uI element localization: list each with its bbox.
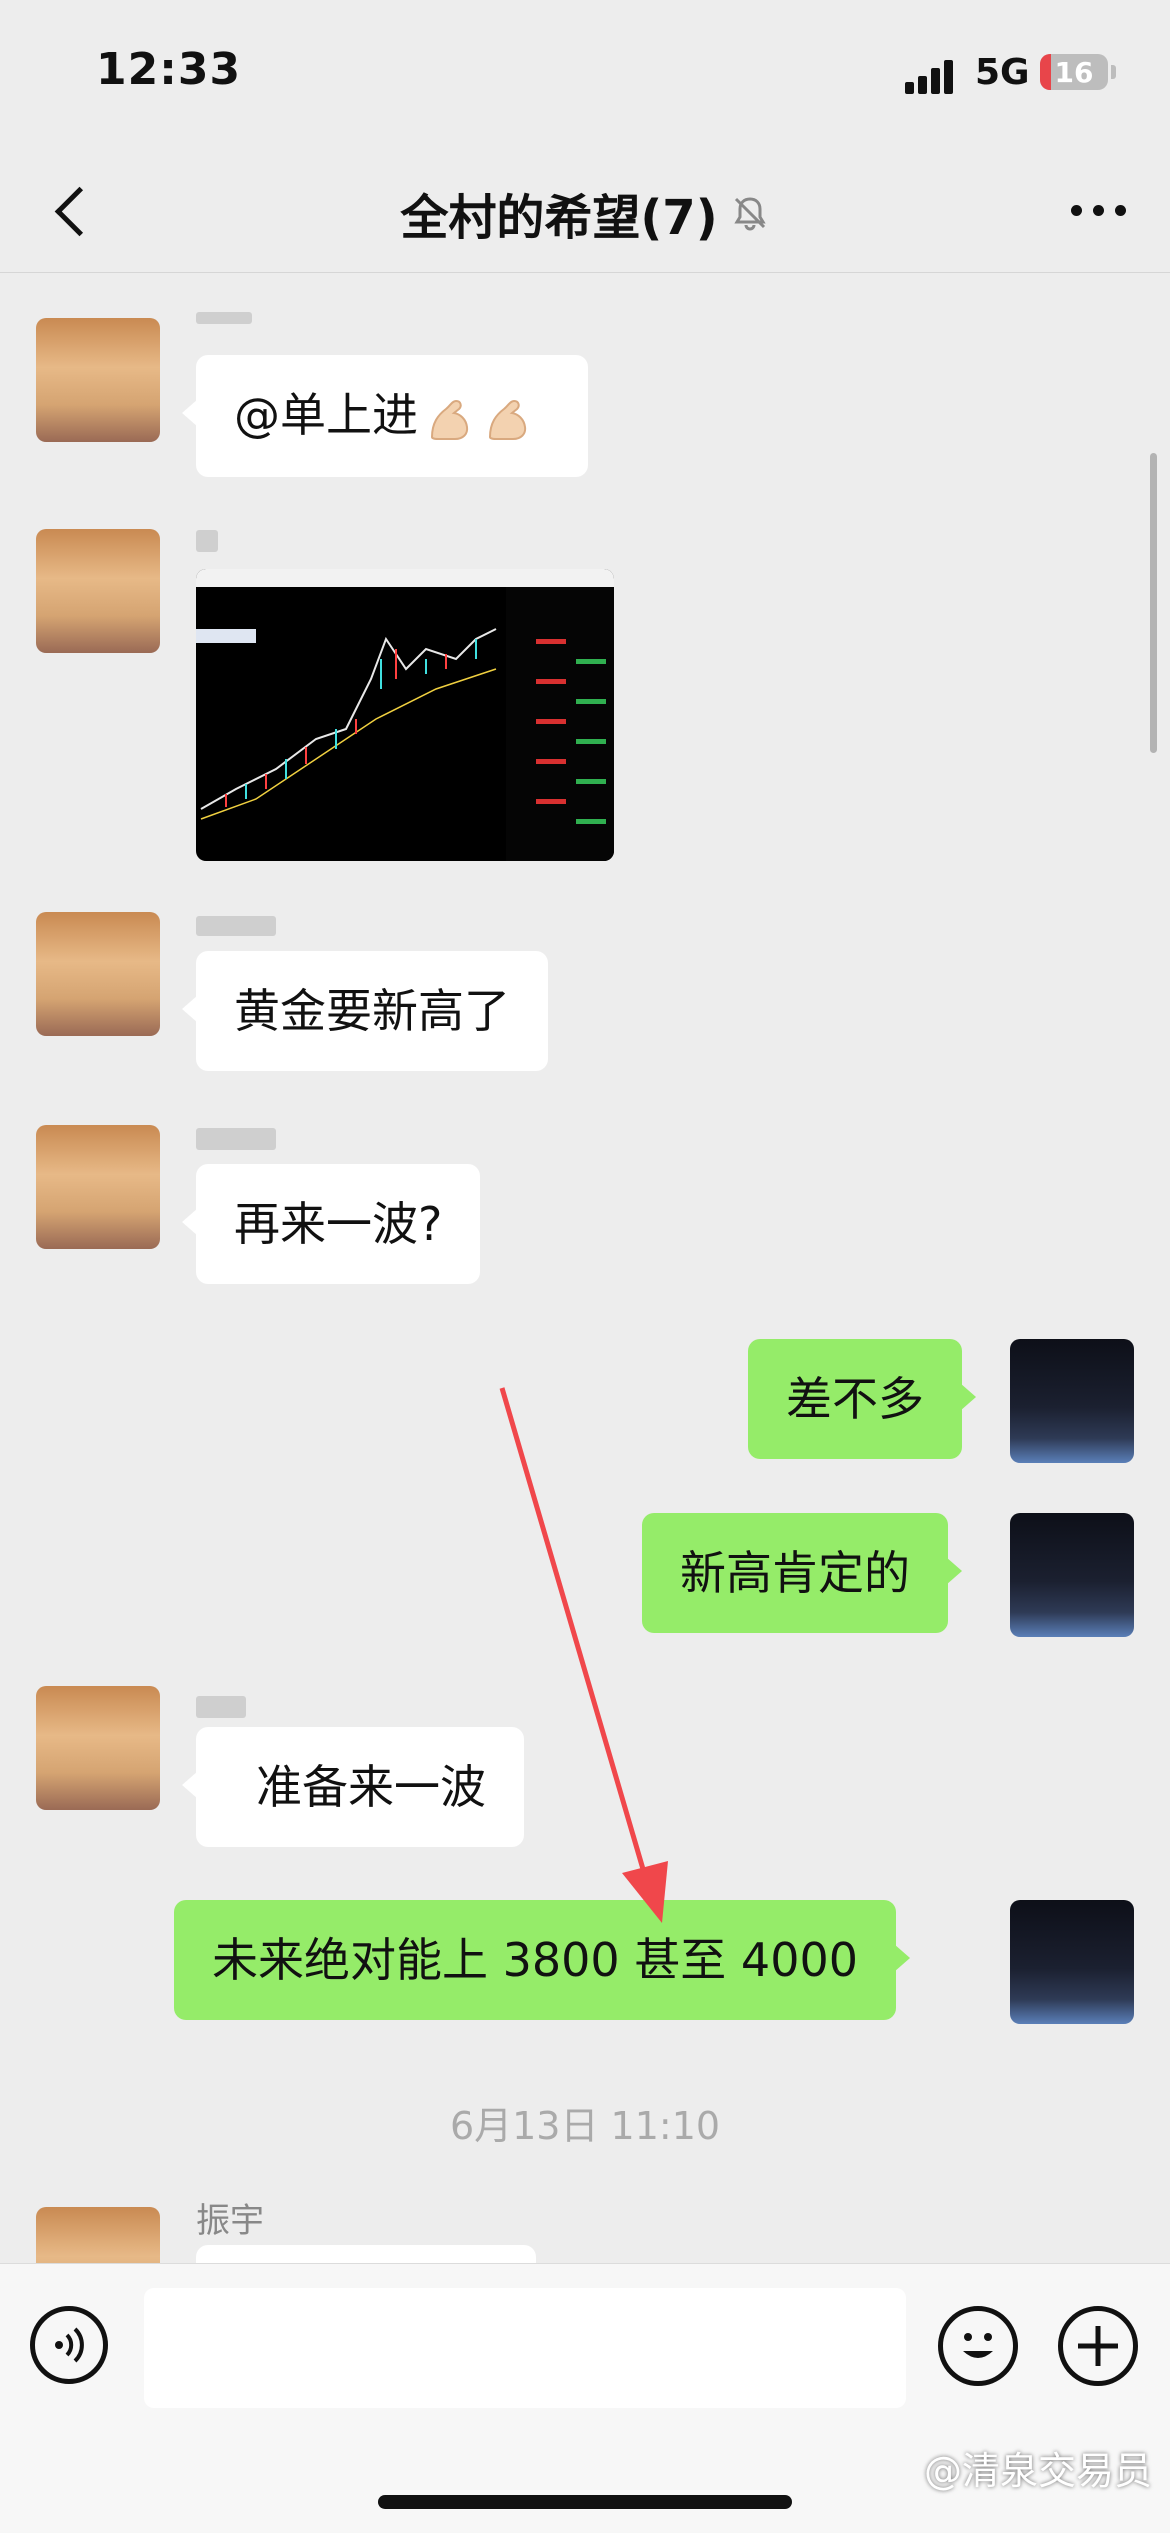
home-indicator[interactable] bbox=[378, 2495, 792, 2509]
signal-icon bbox=[905, 56, 965, 94]
chat-title: 全村的希望(7) bbox=[0, 178, 1170, 248]
voice-input-icon[interactable] bbox=[30, 2306, 108, 2384]
group-name: 全村的希望(7) bbox=[400, 190, 718, 246]
battery-level: 16 bbox=[1054, 56, 1094, 89]
chat-header: 全村的希望(7) bbox=[0, 150, 1170, 273]
mute-bell-icon bbox=[733, 197, 766, 231]
message-input[interactable] bbox=[144, 2288, 906, 2408]
battery-icon: 16 bbox=[1040, 54, 1108, 90]
more-icon[interactable] bbox=[1058, 180, 1138, 240]
scrollbar[interactable] bbox=[1150, 453, 1157, 753]
watermark: @清泉交易员 bbox=[923, 2449, 1152, 2493]
network-type: 5G bbox=[975, 52, 1030, 93]
annotation-arrow-icon bbox=[499, 1387, 668, 1923]
status-time: 12:33 bbox=[96, 44, 242, 95]
emoji-icon[interactable] bbox=[938, 2306, 1018, 2386]
status-bar: 12:33 5G 16 bbox=[0, 0, 1170, 150]
more-actions-plus-icon[interactable] bbox=[1058, 2306, 1138, 2386]
chat-area[interactable]: @单上进 黄金要新高了 再来一波? 差不多 新高肯定的 准备来一波 未来绝对能上… bbox=[0, 273, 1170, 2263]
battery-tip bbox=[1111, 65, 1116, 79]
